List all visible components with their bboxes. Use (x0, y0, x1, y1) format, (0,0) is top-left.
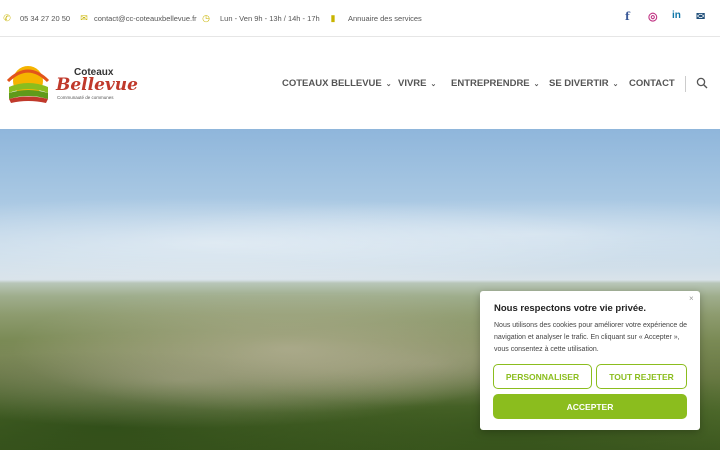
nav-item-contact[interactable]: CONTACT (629, 78, 675, 89)
nav-divider (685, 76, 686, 92)
directory-text: Annuaire des services (348, 14, 422, 23)
book-icon: ▮ (330, 13, 336, 23)
top-bar: ✆ 05 34 27 20 50 ✉ contact@cc-coteauxbel… (0, 0, 720, 37)
mail-icon: ✉ (80, 13, 88, 23)
cookie-consent-dialog: × Nous respectons votre vie privée. Nous… (480, 291, 700, 430)
phone-number: 05 34 27 20 50 (20, 14, 71, 23)
email-address: contact@cc-coteauxbellevue.fr (94, 14, 197, 23)
nav-label: SE DIVERTIR (549, 78, 609, 89)
cookie-title: Nous respectons votre vie privée. (494, 303, 647, 314)
phone-icon: ✆ (3, 13, 11, 23)
chevron-down-icon: ⌄ (385, 80, 392, 88)
cookie-description: Nous utilisons des cookies pour améliore… (494, 322, 687, 353)
chevron-down-icon: ⌄ (533, 80, 540, 88)
nav-label: VIVRE (398, 78, 427, 89)
nav-label: COTEAUX BELLEVUE (282, 78, 382, 89)
nav-label: ENTREPRENDRE (451, 78, 530, 89)
chevron-down-icon: ⌄ (612, 80, 619, 88)
mail-social-icon[interactable]: ✉ (696, 10, 705, 23)
customize-button[interactable]: PERSONNALISER (493, 364, 592, 389)
nav-item-vivre[interactable]: VIVRE ⌄ (398, 78, 436, 89)
main-header: Coteaux Bellevue Communauté de communes … (0, 37, 720, 129)
logo-title-line2: Bellevue (56, 75, 138, 95)
chevron-down-icon: ⌄ (430, 80, 437, 88)
hero-clouds (0, 189, 720, 279)
nav-item-entreprendre[interactable]: ENTREPRENDRE ⌄ (451, 78, 540, 89)
opening-hours: ◷ Lun - Ven 9h - 13h / 14h - 17h (201, 13, 320, 24)
nav-item-se-divertir[interactable]: SE DIVERTIR ⌄ (549, 78, 619, 89)
logo-subtitle: Communauté de communes (57, 95, 114, 100)
linkedin-icon[interactable]: in (672, 10, 681, 21)
hours-text: Lun - Ven 9h - 13h / 14h - 17h (220, 14, 320, 23)
nav-label: CONTACT (629, 78, 675, 89)
phone-link[interactable]: ✆ 05 34 27 20 50 (2, 13, 70, 24)
facebook-icon[interactable]: f (625, 10, 630, 23)
close-icon[interactable]: × (689, 294, 694, 303)
clock-icon: ◷ (202, 13, 210, 23)
nav-item-coteaux-bellevue[interactable]: COTEAUX BELLEVUE ⌄ (282, 78, 392, 89)
directory-link[interactable]: ▮ Annuaire des services (328, 13, 422, 24)
accept-button[interactable]: ACCEPTER (493, 394, 687, 419)
email-link[interactable]: ✉ contact@cc-coteauxbellevue.fr (79, 13, 197, 24)
logo-emblem-icon (6, 66, 50, 103)
instagram-icon[interactable]: ◎ (648, 10, 658, 23)
reject-all-button[interactable]: TOUT REJETER (596, 364, 687, 389)
search-icon[interactable] (696, 77, 708, 89)
